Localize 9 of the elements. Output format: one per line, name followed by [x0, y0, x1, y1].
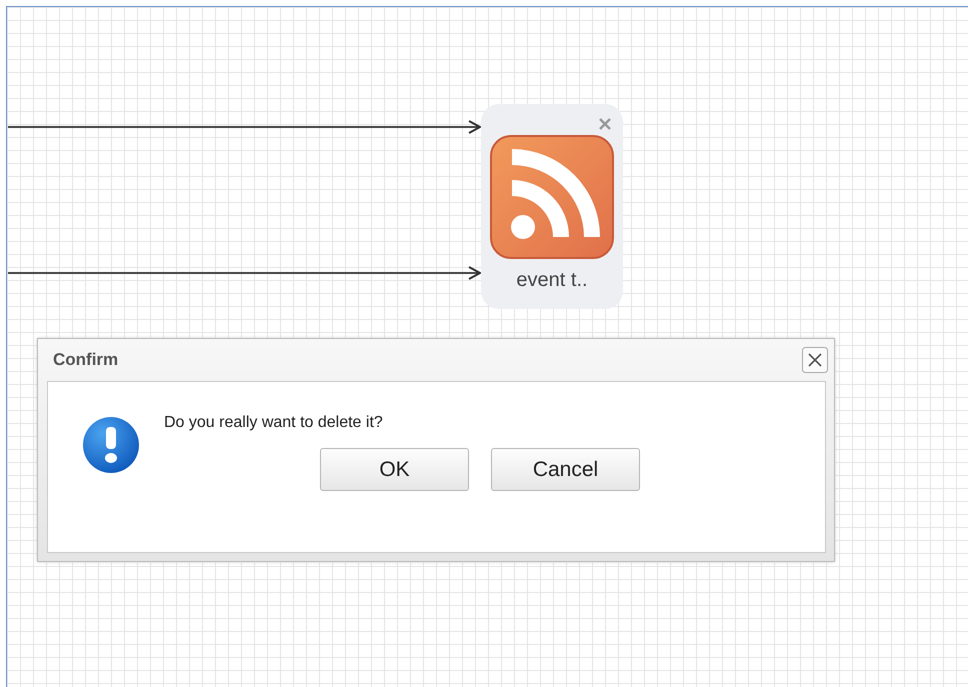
close-icon[interactable] — [802, 347, 828, 373]
feed-node[interactable]: event t.. — [481, 104, 623, 309]
warning-icon — [82, 416, 140, 474]
node-label: event t.. — [516, 269, 588, 292]
dialog-title: Confirm — [53, 350, 118, 370]
dialog-button[interactable]: Cancel — [491, 448, 640, 491]
confirm-message: Do you really want to delete it? — [164, 414, 384, 432]
dialog-button[interactable]: OK — [320, 448, 469, 491]
rss-feed-icon — [490, 135, 614, 259]
